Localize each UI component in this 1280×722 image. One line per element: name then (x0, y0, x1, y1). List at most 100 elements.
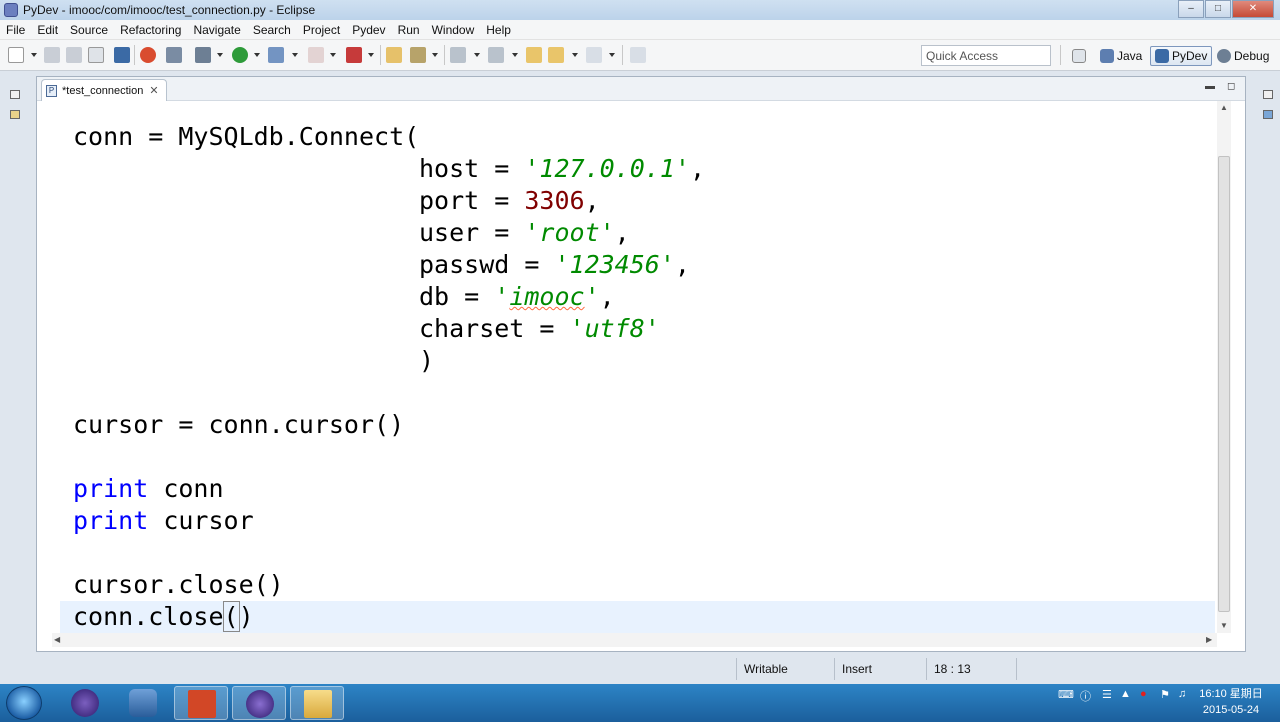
save-all-icon[interactable] (66, 47, 82, 63)
perspective-pydev[interactable]: PyDev (1150, 46, 1213, 66)
run-dropdown-icon[interactable] (254, 53, 260, 57)
tray-flag-icon[interactable]: ⚑ (1160, 688, 1170, 701)
prev-annotation-icon[interactable] (488, 47, 504, 63)
stop-dropdown-icon[interactable] (330, 53, 336, 57)
save-icon[interactable] (44, 47, 60, 63)
taskbar-app-eclipse[interactable] (232, 686, 286, 720)
start-button[interactable] (6, 686, 42, 720)
tray-help-icon[interactable]: ⓘ (1080, 688, 1091, 704)
menu-navigate[interactable]: Navigate (187, 23, 246, 37)
restore-icon[interactable] (10, 90, 20, 99)
status-separator (736, 658, 737, 680)
code-print-conn-arg: conn (148, 474, 224, 503)
scrollbar-thumb[interactable] (1218, 156, 1230, 612)
debug-icon[interactable] (195, 47, 211, 63)
next-annotation-dropdown-icon[interactable] (474, 53, 480, 57)
python-icon[interactable] (114, 47, 130, 63)
back-dropdown-icon[interactable] (572, 53, 578, 57)
pycharm-icon (129, 689, 157, 717)
last-edit-icon[interactable] (526, 47, 542, 63)
menu-refactoring[interactable]: Refactoring (114, 23, 187, 37)
terminate-icon[interactable] (346, 47, 362, 63)
code-conn-close: conn.close (73, 602, 224, 631)
package-icon[interactable] (166, 47, 182, 63)
menu-run[interactable]: Run (392, 23, 426, 37)
scroll-down-icon[interactable]: ▼ (1220, 621, 1228, 630)
taskbar-app-powerpoint[interactable] (174, 686, 228, 720)
close-tab-icon[interactable]: ✕ (149, 84, 158, 97)
stop-icon[interactable] (308, 47, 324, 63)
restore-icon[interactable] (1263, 90, 1273, 99)
menu-help[interactable]: Help (480, 23, 517, 37)
minimize-editor-icon[interactable]: ▬ (1205, 81, 1215, 92)
scroll-left-icon[interactable]: ◀ (54, 635, 60, 644)
debug-dropdown-icon[interactable] (217, 53, 223, 57)
quick-access-input[interactable]: Quick Access (921, 45, 1051, 66)
pen-dropdown-icon[interactable] (432, 53, 438, 57)
pin-editor-icon[interactable] (630, 47, 646, 63)
taskbar-app-eclipse-alt[interactable] (58, 686, 112, 720)
code-print-keyword: print (73, 474, 149, 503)
code-cursor-close: cursor.close() (73, 570, 284, 599)
code-line: print conn (73, 473, 224, 505)
vertical-scrollbar[interactable]: ▲ ▼ (1217, 101, 1231, 633)
menu-edit[interactable]: Edit (31, 23, 64, 37)
prev-annotation-dropdown-icon[interactable] (512, 53, 518, 57)
editor-tab-bar: P *test_connection ✕ ▬ ◻ (37, 77, 1245, 101)
perspective-java[interactable]: Java (1096, 46, 1146, 66)
print-icon[interactable] (88, 47, 104, 63)
tray-keyboard-icon[interactable]: ⌨ (1058, 688, 1074, 701)
code-editor[interactable]: conn = MySQLdb.Connect( host = '127.0.0.… (52, 101, 1217, 633)
tab-test-connection[interactable]: P *test_connection ✕ (41, 79, 167, 101)
open-perspective-button[interactable] (1068, 46, 1090, 66)
menu-source[interactable]: Source (64, 23, 114, 37)
coverage-icon[interactable] (140, 47, 156, 63)
close-button[interactable]: ✕ (1232, 0, 1274, 18)
new-icon[interactable] (8, 47, 24, 63)
back-icon[interactable] (548, 47, 564, 63)
maximize-button[interactable]: □ (1205, 0, 1231, 18)
external-tools-dropdown-icon[interactable] (292, 53, 298, 57)
window-title: PyDev - imooc/com/imooc/test_connection.… (23, 3, 316, 17)
menu-file[interactable]: File (0, 23, 31, 37)
tray-volume-icon[interactable]: ♫ (1178, 688, 1186, 700)
pen-icon[interactable] (410, 47, 426, 63)
terminate-dropdown-icon[interactable] (368, 53, 374, 57)
perspective-debug[interactable]: Debug (1213, 46, 1273, 66)
code-charset-value: 'utf8' (569, 314, 660, 343)
toolbar-separator (1060, 45, 1061, 65)
tray-network-icon[interactable]: ☰ (1102, 688, 1112, 701)
external-tools-icon[interactable] (268, 47, 284, 63)
scroll-up-icon[interactable]: ▲ (1220, 103, 1228, 112)
tray-record-icon[interactable]: ● (1140, 688, 1147, 700)
minimize-button[interactable]: – (1178, 0, 1204, 18)
menu-search[interactable]: Search (247, 23, 297, 37)
clock-date: 2015-05-24 (1202, 704, 1260, 716)
scroll-right-icon[interactable]: ▶ (1206, 635, 1212, 644)
menu-project[interactable]: Project (297, 23, 346, 37)
code-close-paren: ) (419, 346, 435, 375)
clock-time: 16:10 星期日 (1199, 688, 1263, 700)
tray-expand-icon[interactable]: ▲ (1120, 688, 1131, 700)
code-print-keyword: print (73, 506, 149, 535)
code-matching-bracket: ( (222, 601, 240, 632)
outline-icon[interactable] (1263, 110, 1273, 119)
run-icon[interactable] (232, 47, 248, 63)
menu-pydev[interactable]: Pydev (346, 23, 391, 37)
taskbar-clock[interactable]: 16:10 星期日 2015-05-24 (1196, 686, 1266, 718)
horizontal-scrollbar[interactable]: ◀ ▶ (52, 633, 1217, 647)
maximize-editor-icon[interactable]: ◻ (1227, 81, 1235, 92)
code-host-key: host = (419, 154, 525, 183)
next-annotation-icon[interactable] (450, 47, 466, 63)
forward-dropdown-icon[interactable] (609, 53, 615, 57)
open-folder-icon[interactable] (386, 47, 402, 63)
code-passwd-key: passwd = (419, 250, 555, 279)
menu-window[interactable]: Window (426, 23, 481, 37)
package-explorer-icon[interactable] (10, 110, 20, 119)
taskbar-app-explorer[interactable] (290, 686, 344, 720)
taskbar-app-python[interactable] (116, 686, 170, 720)
forward-icon[interactable] (586, 47, 602, 63)
new-dropdown-icon[interactable] (31, 53, 37, 57)
code-db-quote-open: ' (494, 282, 510, 311)
code-comma: , (614, 218, 630, 247)
